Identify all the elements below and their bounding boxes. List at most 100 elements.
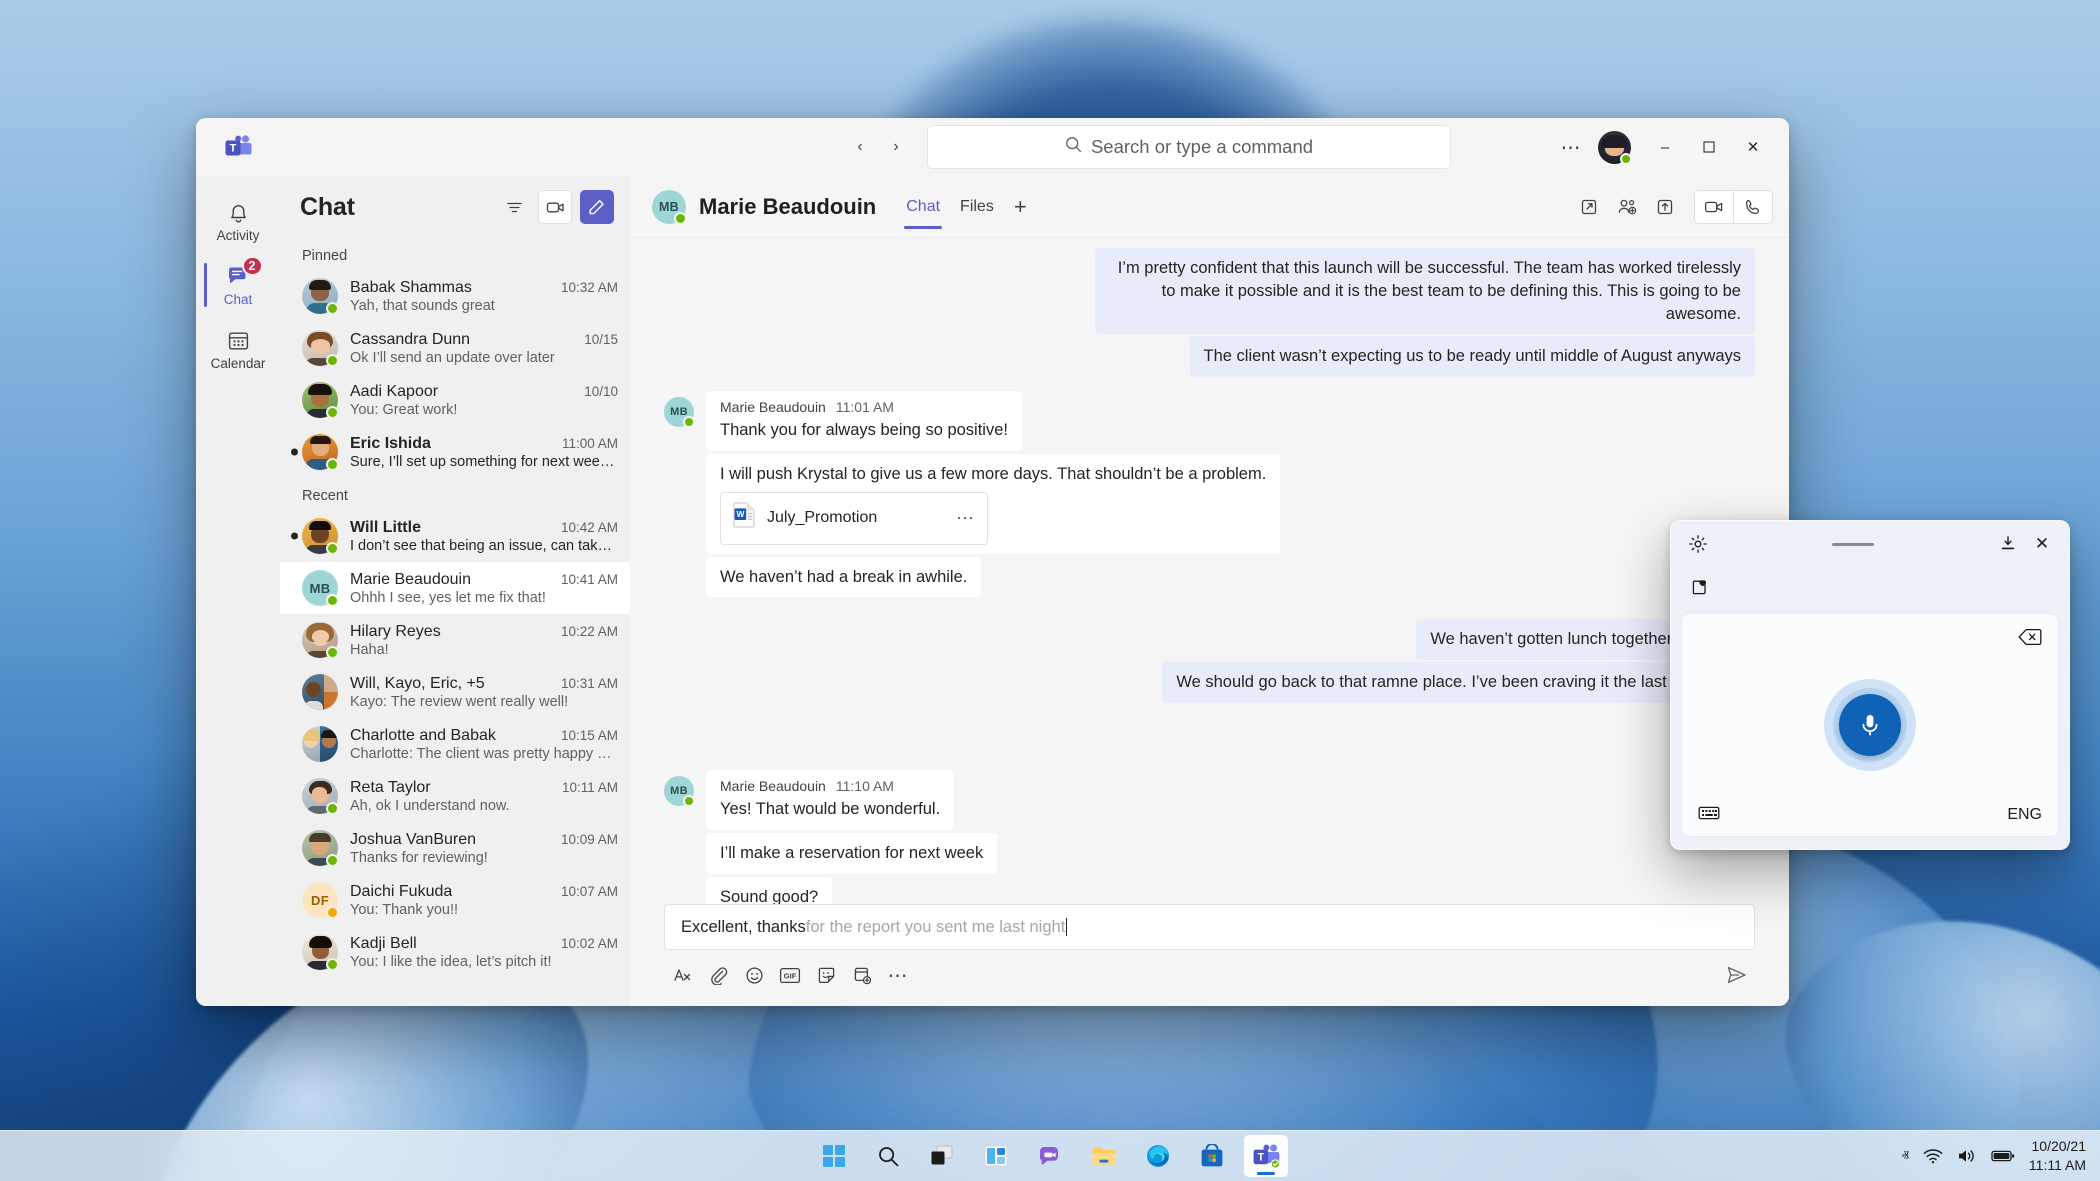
sticker-icon[interactable] — [810, 960, 842, 990]
list-item[interactable]: DF Daichi Fukuda 10:07 AM You: Thank you… — [280, 874, 630, 926]
avatar: MB — [664, 397, 695, 429]
more-options-icon[interactable]: ⋯ — [1552, 129, 1590, 165]
list-item[interactable]: Hilary Reyes 10:22 AM Haha! — [280, 614, 630, 666]
keyboard-icon[interactable] — [1698, 805, 1720, 826]
message-group-body: Marie Beaudouin 11:10 AM Yes! That would … — [706, 769, 998, 904]
list-item[interactable]: MB Marie Beaudouin 10:41 AM Ohhh I see, … — [280, 562, 630, 614]
list-item[interactable]: Will, Kayo, Eric, +5 10:31 AM Kayo: The … — [280, 666, 630, 718]
store-button[interactable] — [1190, 1135, 1234, 1177]
message-group: MB Marie Beaudouin 11:01 AM Thank you for… — [664, 391, 1755, 598]
chat-list-scroll[interactable]: Pinned Babak Shammas 10:32 AM Yah, that … — [280, 238, 630, 1006]
message-list[interactable]: I’m pretty confident that this launch wi… — [630, 238, 1789, 904]
message-author: Marie Beaudouin — [720, 777, 826, 794]
chat-button[interactable] — [1028, 1135, 1072, 1177]
emoji-icon[interactable] — [738, 960, 770, 990]
new-chat-icon[interactable] — [580, 190, 614, 224]
presence-available-icon — [674, 211, 687, 225]
message-preview: Sure, I’ll set up something for next wee… — [350, 453, 618, 470]
tab-chat[interactable]: Chat — [896, 176, 950, 237]
start-button[interactable] — [812, 1135, 856, 1177]
conversation-title: Marie Beaudouin — [699, 193, 877, 219]
add-tab-button[interactable]: + — [1004, 194, 1037, 220]
tab-files[interactable]: Files — [950, 176, 1004, 237]
list-item-content: Aadi Kapoor 10/10 You: Great work! — [350, 383, 618, 418]
voice-panel-subbar — [1671, 567, 2069, 609]
meeting-icon[interactable] — [846, 960, 878, 990]
back-button[interactable]: ‹ — [845, 132, 875, 162]
taskbar: T ⱏ 10/20/21 11:11 AM — [0, 1130, 2100, 1181]
popout-icon[interactable] — [1572, 190, 1606, 224]
filter-icon[interactable] — [498, 191, 530, 223]
file-more-options-icon[interactable]: ⋯ — [956, 506, 975, 531]
share-upload-icon[interactable] — [1648, 190, 1682, 224]
audio-call-icon[interactable] — [1734, 191, 1772, 223]
chat-list-actions — [498, 190, 614, 224]
backspace-icon[interactable] — [2018, 628, 2042, 651]
chat-list-panel: Chat Pinned Babak Shammas 10:32 AM Yah, … — [280, 176, 630, 1006]
wifi-icon[interactable] — [1923, 1148, 1943, 1164]
list-item[interactable]: Aadi Kapoor 10/10 You: Great work! — [280, 374, 630, 426]
close-button[interactable]: ✕ — [1731, 127, 1775, 167]
settings-icon[interactable] — [1681, 527, 1715, 561]
list-item[interactable]: Kadji Bell 10:02 AM You: I like the idea… — [280, 926, 630, 978]
message-row: The client wasn’t expecting us to be rea… — [664, 336, 1755, 378]
microphone-icon[interactable] — [1839, 694, 1901, 756]
file-explorer-button[interactable] — [1082, 1135, 1126, 1177]
giphy-icon[interactable]: GIF — [774, 960, 806, 990]
sidebar-item-activity[interactable]: Activity — [196, 190, 280, 252]
list-item[interactable]: Eric Ishida 11:00 AM Sure, I’ll set up s… — [280, 426, 630, 478]
svg-text:T: T — [230, 143, 237, 155]
file-attachment-card[interactable]: W July_Promotion ⋯ — [720, 491, 988, 545]
list-item[interactable]: Babak Shammas 10:32 AM Yah, that sounds … — [280, 270, 630, 322]
dock-icon[interactable] — [1991, 527, 2025, 561]
edge-button[interactable] — [1136, 1135, 1180, 1177]
contact-name: Babak Shammas — [350, 278, 472, 296]
battery-icon[interactable] — [1991, 1149, 2015, 1163]
message-input[interactable]: Excellent, thanks for the report you sen… — [664, 904, 1755, 950]
message-preview: Haha! — [350, 641, 389, 658]
contact-name: Marie Beaudouin — [350, 570, 471, 588]
file-name: July_Promotion — [767, 509, 878, 527]
list-item[interactable]: Charlotte and Babak 10:15 AM Charlotte: … — [280, 718, 630, 770]
minimize-button[interactable]: – — [1643, 127, 1687, 167]
language-indicator[interactable]: ENG — [2007, 806, 2042, 824]
message-text: I will push Krystal to give us a few mor… — [720, 465, 1267, 484]
forward-button[interactable]: › — [881, 132, 911, 162]
task-view-button[interactable] — [920, 1135, 964, 1177]
clock[interactable]: 10/20/21 11:11 AM — [2029, 1137, 2086, 1175]
send-icon[interactable] — [1721, 960, 1753, 990]
favorites-icon[interactable] — [1683, 571, 1717, 605]
video-call-icon[interactable] — [1695, 191, 1733, 223]
contact-name: Daichi Fukuda — [350, 882, 453, 900]
calendar-icon — [227, 327, 250, 353]
search-button[interactable] — [866, 1135, 910, 1177]
list-item[interactable]: Joshua VanBuren 10:09 AM Thanks for revi… — [280, 822, 630, 874]
maximize-button[interactable] — [1687, 127, 1731, 167]
list-item[interactable]: Will Little 10:42 AM I don’t see that be… — [280, 510, 630, 562]
teams-button[interactable]: T — [1244, 1135, 1288, 1177]
list-item[interactable]: Reta Taylor 10:11 AM Ah, ok I understand… — [280, 770, 630, 822]
attach-icon[interactable] — [702, 960, 734, 990]
microphone-halo-inner — [1833, 688, 1907, 762]
unread-indicator — [291, 448, 298, 456]
message-group-body: Marie Beaudouin 11:01 AM Thank you for al… — [706, 391, 1281, 598]
list-item[interactable]: Cassandra Dunn 10/15 Ok I’ll send an upd… — [280, 322, 630, 374]
sidebar-item-chat[interactable]: 2 Chat — [196, 254, 280, 316]
volume-icon[interactable] — [1957, 1148, 1977, 1164]
message-preview: I don’t see that being an issue, can tak… — [350, 537, 618, 554]
sidebar-item-calendar[interactable]: Calendar — [196, 318, 280, 380]
more-options-icon[interactable]: ⋯ — [882, 960, 914, 990]
close-icon[interactable]: ✕ — [2025, 527, 2059, 561]
chevron-up-icon[interactable]: ⱏ — [1901, 1148, 1908, 1165]
message-preview: Charlotte: The client was pretty happy w… — [350, 745, 618, 762]
list-item-content: Charlotte and Babak 10:15 AM Charlotte: … — [350, 727, 618, 762]
add-people-icon[interactable] — [1610, 190, 1644, 224]
search-input[interactable]: Search or type a command — [927, 125, 1451, 169]
user-avatar[interactable] — [1598, 130, 1632, 165]
widgets-button[interactable] — [974, 1135, 1018, 1177]
drag-handle[interactable] — [1715, 542, 1991, 546]
system-tray: ⱏ 10/20/21 11:11 AM — [1901, 1137, 2086, 1175]
message-group: MB Marie Beaudouin 11:10 AM Yes! That wou… — [664, 769, 1755, 904]
meet-now-icon[interactable] — [538, 190, 572, 224]
format-icon[interactable] — [666, 960, 698, 990]
